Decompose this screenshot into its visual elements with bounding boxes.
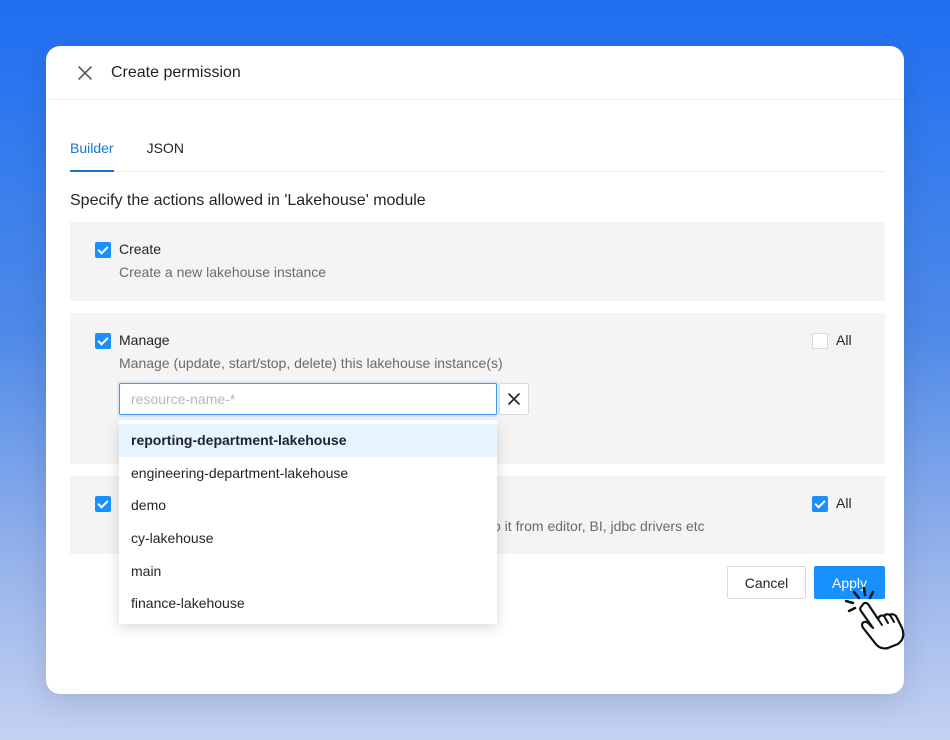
dropdown-option[interactable]: reporting-department-lakehouse	[119, 424, 497, 457]
manage-description: Manage (update, start/stop, delete) this…	[119, 355, 503, 371]
dropdown-option[interactable]: finance-lakehouse	[119, 587, 497, 620]
tab-bar: Builder JSON	[70, 130, 885, 172]
manage-all-label: All	[836, 332, 852, 348]
resource-dropdown: reporting-department-lakehouse engineeri…	[119, 420, 497, 624]
close-icon[interactable]	[76, 64, 94, 82]
action-card-create: Create Create a new lakehouse instance	[70, 222, 885, 301]
hand-cursor-icon	[844, 586, 905, 650]
section-heading: Specify the actions allowed in 'Lakehous…	[70, 192, 426, 209]
dialog-header: Create permission	[46, 46, 904, 100]
resource-name-input[interactable]	[119, 383, 497, 415]
create-label: Create	[119, 241, 162, 257]
third-all-label: All	[836, 495, 852, 511]
create-description: Create a new lakehouse instance	[119, 264, 327, 280]
close-icon	[508, 393, 520, 405]
tab-json[interactable]: JSON	[147, 130, 184, 172]
create-checkbox[interactable]	[95, 242, 111, 258]
clear-resource-button[interactable]	[499, 383, 529, 415]
manage-all-checkbox[interactable]	[812, 333, 828, 349]
tab-builder[interactable]: Builder	[70, 130, 114, 172]
third-all-checkbox[interactable]	[812, 496, 828, 512]
dialog-title: Create permission	[111, 63, 241, 81]
cancel-button[interactable]: Cancel	[727, 566, 806, 599]
manage-checkbox[interactable]	[95, 333, 111, 349]
dropdown-option[interactable]: cy-lakehouse	[119, 522, 497, 555]
dropdown-option[interactable]: demo	[119, 489, 497, 522]
third-action-checkbox[interactable]	[95, 496, 111, 512]
third-action-description: o it from editor, BI, jdbc drivers etc	[493, 518, 705, 534]
dropdown-option[interactable]: main	[119, 555, 497, 588]
manage-label: Manage	[119, 332, 170, 348]
dropdown-option[interactable]: engineering-department-lakehouse	[119, 457, 497, 490]
